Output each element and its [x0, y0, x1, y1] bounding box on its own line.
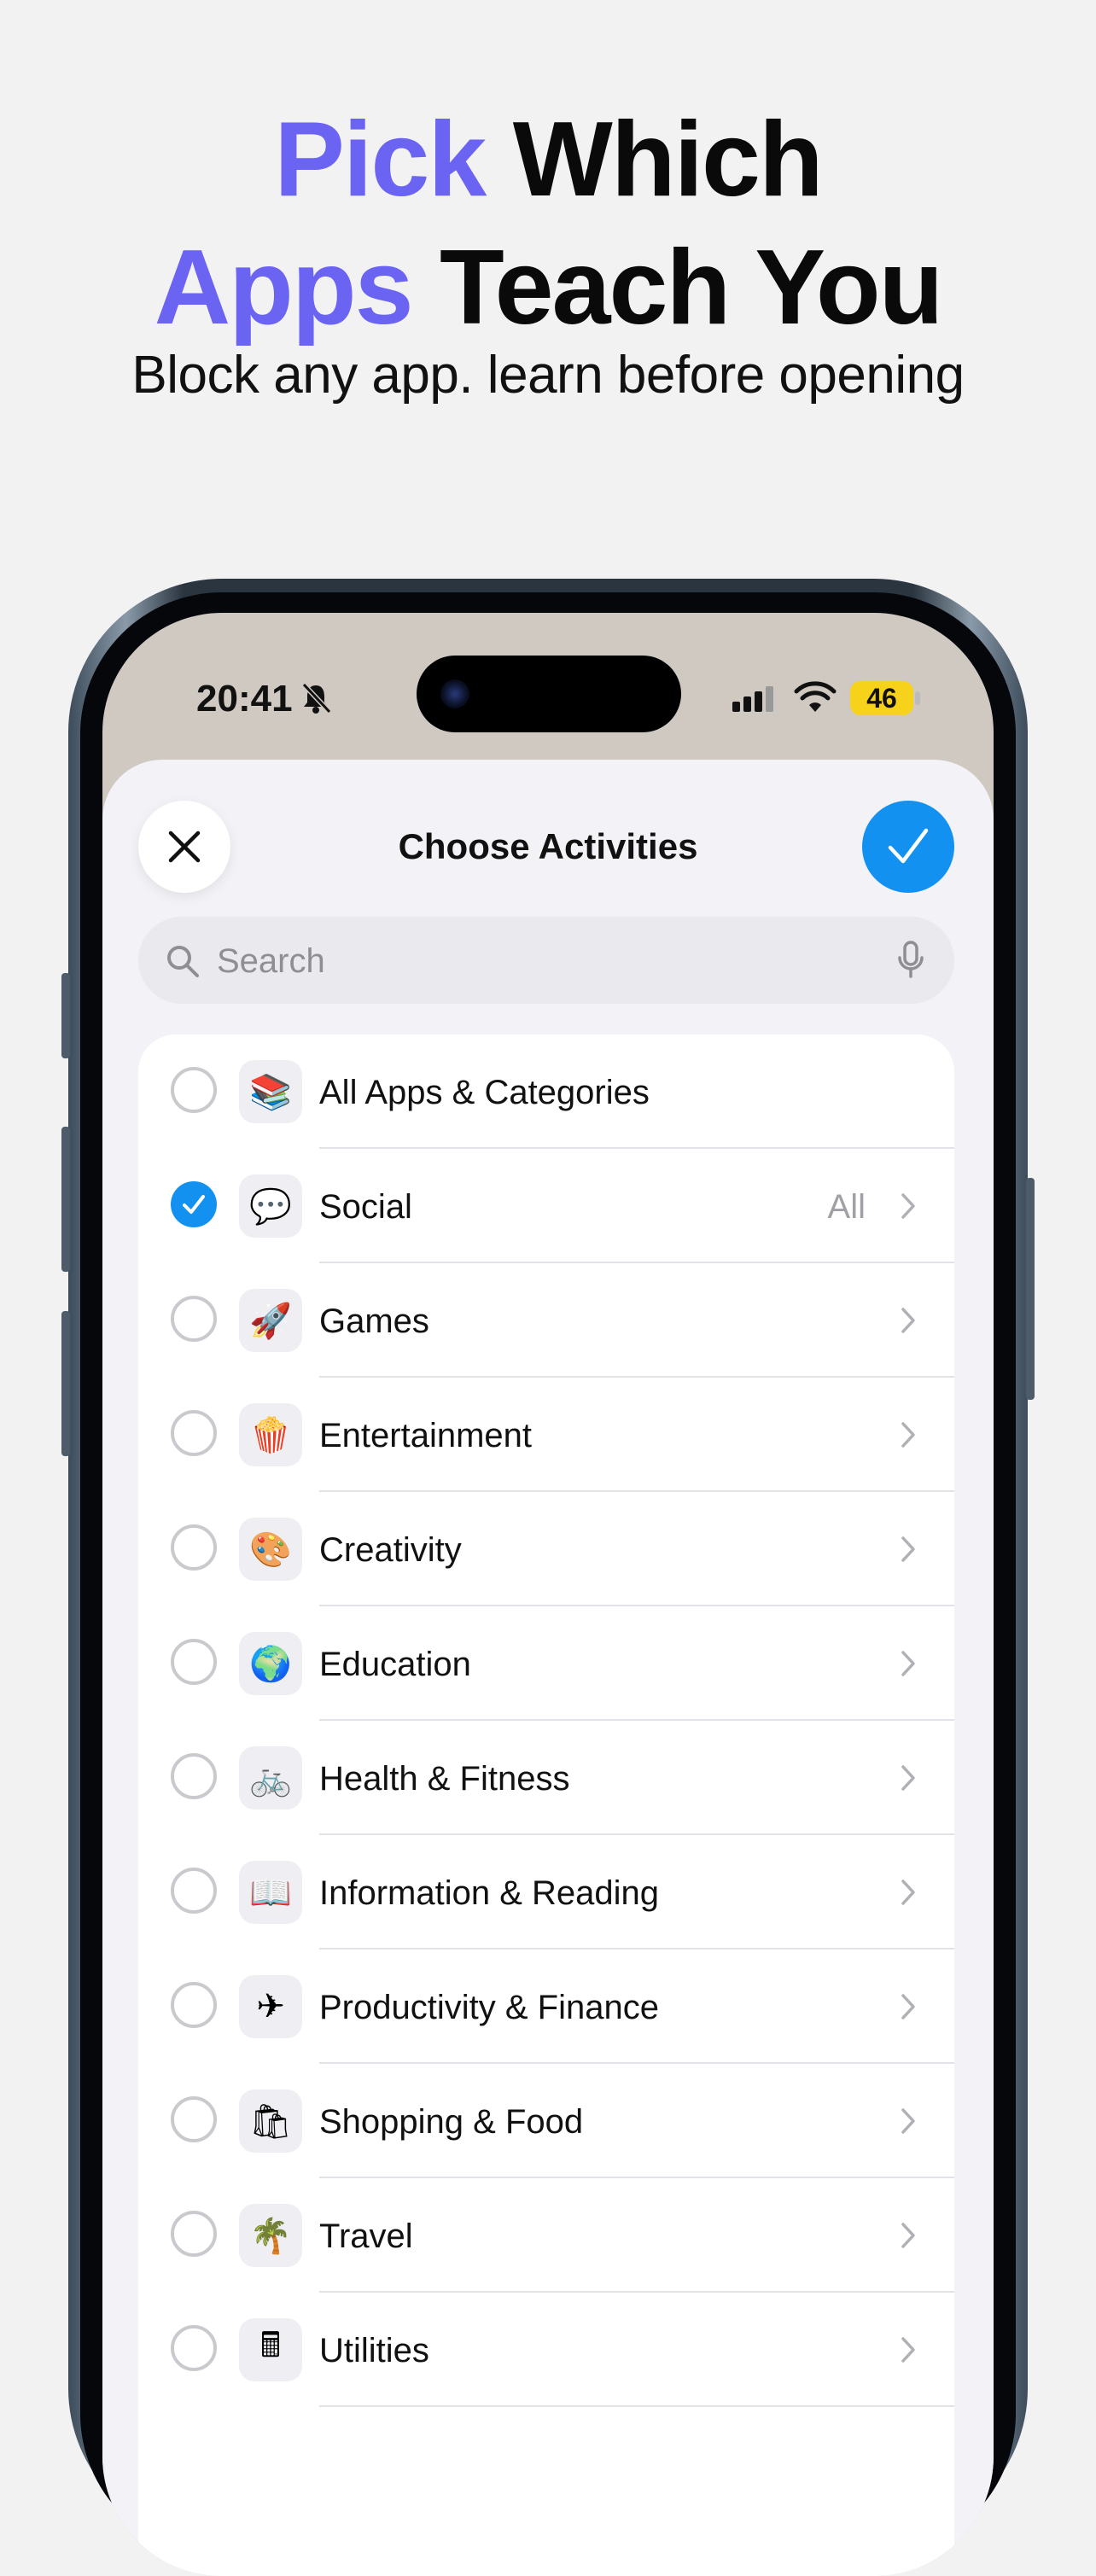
- selection-checkbox-checked[interactable]: [171, 1181, 217, 1227]
- volume-down-button: [61, 1311, 70, 1456]
- selection-checkbox[interactable]: [171, 1067, 217, 1113]
- chevron-right-icon[interactable]: [900, 1649, 917, 1678]
- wifi-icon: [794, 681, 837, 712]
- chevron-right-icon[interactable]: [900, 1763, 917, 1792]
- list-item-label: Health & Fitness: [319, 1760, 570, 1798]
- selection-checkbox[interactable]: [171, 1982, 217, 2028]
- checkmark-icon: [888, 828, 929, 864]
- list-item-label: Games: [319, 1303, 429, 1340]
- paper-plane-icon: ✈: [239, 1975, 302, 2038]
- headline-line-2: Apps Teach You: [0, 224, 1096, 352]
- camera-icon: [440, 679, 469, 708]
- palette-icon: 🎨: [239, 1518, 302, 1581]
- selection-checkbox[interactable]: [171, 1753, 217, 1799]
- search-input[interactable]: [215, 932, 867, 990]
- checkmark-icon: [183, 1195, 205, 1214]
- list-item[interactable]: ✈ Productivity & Finance: [138, 1949, 954, 2064]
- rocket-icon: 🚀: [239, 1289, 302, 1352]
- list-item-label: Social: [319, 1188, 412, 1226]
- dynamic-island: [417, 656, 681, 732]
- list-item[interactable]: 📖 Information & Reading: [138, 1835, 954, 1949]
- shopping-bag-icon: 🛍: [239, 2089, 302, 2153]
- chevron-right-icon[interactable]: [900, 1192, 917, 1221]
- activity-picker-sheet: Choose Activities 📚 All Apps & Categories…: [102, 760, 994, 2576]
- list-item[interactable]: 🖩 Utilities: [138, 2293, 954, 2407]
- battery-icon: 46: [850, 681, 913, 715]
- search-icon: [167, 946, 199, 977]
- activity-list: 📚 All Apps & Categories 💬 Social All 🚀 Games 🍿 E…: [138, 1034, 954, 2576]
- volume-up-button: [61, 1127, 70, 1272]
- subtitle: Block any app. learn before opening: [131, 346, 965, 405]
- chevron-right-icon[interactable]: [900, 1535, 917, 1564]
- chevron-right-icon[interactable]: [900, 1878, 917, 1907]
- chevron-right-icon[interactable]: [900, 1420, 917, 1449]
- list-item[interactable]: 🎨 Creativity: [138, 1492, 954, 1606]
- list-item-label: Education: [319, 1646, 471, 1683]
- headline-text-2: Teach You: [440, 229, 943, 347]
- list-item[interactable]: 🚀 Games: [138, 1263, 954, 1378]
- selection-checkbox[interactable]: [171, 2325, 217, 2371]
- list-item-label: All Apps & Categories: [319, 1074, 650, 1111]
- palm-tree-icon: 🌴: [239, 2204, 302, 2267]
- selection-checkbox[interactable]: [171, 1524, 217, 1571]
- cellular-signal-icon: [732, 686, 773, 712]
- power-button: [1026, 1178, 1035, 1400]
- list-item-label: Shopping & Food: [319, 2103, 584, 2141]
- divider: [319, 2405, 954, 2407]
- chevron-right-icon[interactable]: [900, 2335, 917, 2364]
- calculator-icon: 🖩: [239, 2318, 302, 2381]
- bicycle-icon: 🚲: [239, 1746, 302, 1810]
- sheet-title: Choose Activities: [398, 826, 698, 866]
- list-item[interactable]: 💬 Social All: [138, 1149, 954, 1263]
- battery-tip: [915, 691, 920, 705]
- list-item-label: Productivity & Finance: [319, 1989, 659, 2026]
- headline-line-1: Pick Which: [0, 96, 1096, 224]
- list-item-label: Information & Reading: [319, 1874, 660, 1912]
- headline-accent-1: Pick: [274, 101, 487, 219]
- headline-accent-2: Apps: [154, 229, 414, 347]
- selection-checkbox[interactable]: [171, 1410, 217, 1456]
- confirm-button[interactable]: [862, 801, 954, 893]
- action-button: [61, 973, 70, 1058]
- chevron-right-icon[interactable]: [900, 1306, 917, 1335]
- globe-icon: 🌍: [239, 1632, 302, 1695]
- list-item-label: Travel: [319, 2218, 413, 2255]
- chat-bubbles-icon: 💬: [239, 1174, 302, 1238]
- search-bar[interactable]: [138, 917, 954, 1004]
- selection-checkbox[interactable]: [171, 1639, 217, 1685]
- selection-checkbox[interactable]: [171, 2096, 217, 2142]
- book-icon: 📖: [239, 1861, 302, 1924]
- list-item[interactable]: 🚲 Health & Fitness: [138, 1721, 954, 1835]
- list-item[interactable]: 🌍 Education: [138, 1606, 954, 1721]
- list-item-label: Entertainment: [319, 1417, 533, 1454]
- chevron-right-icon[interactable]: [900, 1992, 917, 2021]
- list-item[interactable]: 🍿 Entertainment: [138, 1378, 954, 1492]
- status-time: 20:41: [196, 678, 293, 720]
- list-item-label: Utilities: [319, 2332, 429, 2369]
- headline: Pick Which Apps Teach You: [0, 96, 1096, 352]
- selection-checkbox[interactable]: [171, 1296, 217, 1342]
- list-item-label: Creativity: [319, 1531, 462, 1569]
- list-item[interactable]: 🌴 Travel: [138, 2178, 954, 2293]
- bell-slash-icon: [301, 682, 332, 714]
- chevron-right-icon[interactable]: [900, 2221, 917, 2250]
- chevron-right-icon[interactable]: [900, 2107, 917, 2136]
- list-item[interactable]: 🛍 Shopping & Food: [138, 2064, 954, 2178]
- microphone-icon[interactable]: [896, 941, 925, 980]
- phone-screen: 20:41 46 Choose Activities Search 📚 All …: [102, 613, 994, 2576]
- stack-icon: 📚: [239, 1060, 302, 1123]
- list-item[interactable]: 📚 All Apps & Categories: [138, 1034, 954, 1149]
- popcorn-icon: 🍿: [239, 1403, 302, 1466]
- selection-checkbox[interactable]: [171, 2211, 217, 2257]
- selection-checkbox[interactable]: [171, 1868, 217, 1914]
- list-item-detail: All: [827, 1188, 866, 1226]
- headline-text-1: Which: [512, 101, 824, 219]
